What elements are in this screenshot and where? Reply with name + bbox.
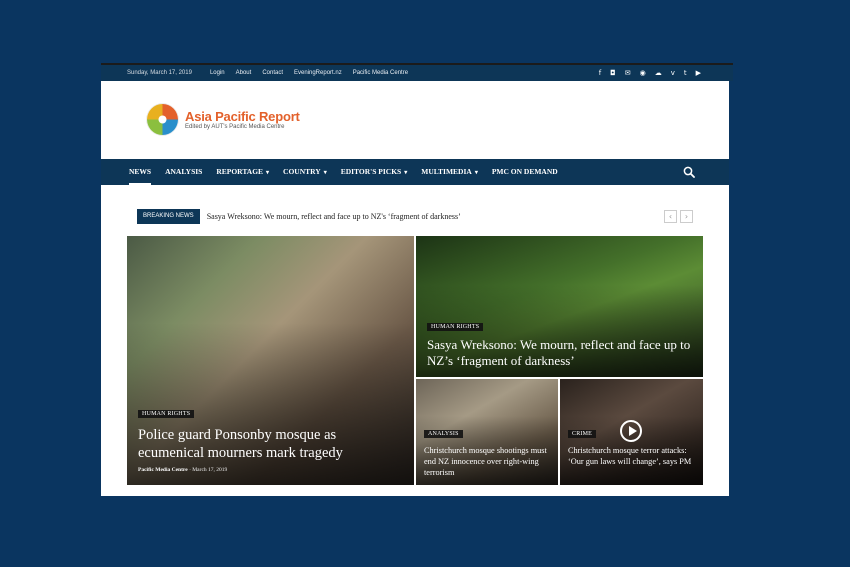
- social-links: f ◘ ✉ ◉ ☁ v t ▶: [599, 68, 701, 78]
- nav-news[interactable]: NEWS: [129, 159, 152, 185]
- pacific-media-centre-link[interactable]: Pacific Media Centre: [353, 70, 408, 76]
- youtube-icon[interactable]: ▶: [696, 68, 701, 78]
- chevron-down-icon: ▾: [323, 170, 327, 176]
- login-link[interactable]: Login: [210, 70, 225, 76]
- chevron-down-icon: ▾: [474, 170, 478, 176]
- category-tag[interactable]: CRIME: [568, 430, 597, 438]
- top-bar: Sunday, March 17, 2019 Login About Conta…: [101, 63, 733, 81]
- about-link[interactable]: About: [236, 70, 252, 76]
- chevron-down-icon: ▾: [266, 170, 270, 176]
- ticker-controls: ‹ ›: [664, 210, 693, 223]
- featured-tile-top-right[interactable]: HUMAN RIGHTS Sasya Wreksono: We mourn, r…: [416, 236, 703, 377]
- asia-pacific-report-logo[interactable]: [146, 103, 179, 136]
- breaking-news-ticker: BREAKING NEWS Sasya Wreksono: We mourn, …: [137, 209, 461, 224]
- category-tag[interactable]: HUMAN RIGHTS: [427, 323, 484, 331]
- twitter-icon[interactable]: t: [684, 68, 687, 78]
- site-header: Asia Pacific Report Edited by AUT's Paci…: [101, 81, 729, 159]
- tile-meta: Pacific Media Centre · March 17, 2019: [138, 467, 228, 473]
- top-bar-date: Sunday, March 17, 2019: [127, 70, 192, 76]
- rss-icon[interactable]: ◉: [640, 68, 646, 78]
- tile-headline[interactable]: Christchurch mosque terror attacks: ‘Our…: [568, 445, 700, 467]
- featured-tile-main[interactable]: HUMAN RIGHTS Police guard Ponsonby mosqu…: [127, 236, 414, 485]
- nav-country[interactable]: COUNTRY ▾: [283, 159, 327, 185]
- featured-tile-bottom-right[interactable]: CRIME Christchurch mosque terror attacks…: [560, 379, 703, 485]
- evening-report-link[interactable]: EveningReport.nz: [294, 70, 342, 76]
- category-tag[interactable]: ANALYSIS: [424, 430, 463, 438]
- chevron-down-icon: ▾: [404, 170, 408, 176]
- soundcloud-icon[interactable]: ☁: [655, 68, 662, 78]
- nav-analysis[interactable]: ANALYSIS: [165, 159, 202, 185]
- play-icon[interactable]: [620, 420, 642, 442]
- nav-multimedia[interactable]: MULTIMEDIA ▾: [421, 159, 478, 185]
- breaking-news-headline[interactable]: Sasya Wreksono: We mourn, reflect and fa…: [207, 212, 461, 221]
- tile-headline[interactable]: Sasya Wreksono: We mourn, reflect and fa…: [427, 337, 692, 369]
- tile-author[interactable]: Pacific Media Centre: [138, 467, 188, 473]
- site-title[interactable]: Asia Pacific Report: [185, 109, 300, 124]
- contact-link[interactable]: Contact: [262, 70, 283, 76]
- ticker-prev-button[interactable]: ‹: [664, 210, 677, 223]
- category-tag[interactable]: HUMAN RIGHTS: [138, 410, 195, 418]
- search-icon[interactable]: [683, 166, 695, 178]
- tile-date: March 17, 2019: [192, 467, 228, 473]
- instagram-icon[interactable]: ◘: [610, 68, 616, 78]
- tile-headline[interactable]: Police guard Ponsonby mosque as ecumenic…: [138, 426, 398, 462]
- nav-reportage[interactable]: REPORTAGE ▾: [216, 159, 269, 185]
- vimeo-icon[interactable]: v: [671, 68, 675, 78]
- ticker-next-button[interactable]: ›: [680, 210, 693, 223]
- tile-headline[interactable]: Christchurch mosque shootings must end N…: [424, 445, 554, 478]
- site-subtitle: Edited by AUT's Pacific Media Centre: [185, 124, 285, 130]
- mail-icon[interactable]: ✉: [625, 68, 631, 78]
- facebook-icon[interactable]: f: [599, 68, 601, 78]
- main-nav: NEWS ANALYSIS REPORTAGE ▾ COUNTRY ▾ EDITOR…: [101, 159, 729, 185]
- nav-editors-picks[interactable]: EDITOR'S PICKS ▾: [341, 159, 408, 185]
- nav-pmc-on-demand[interactable]: PMC ON DEMAND: [492, 159, 558, 185]
- breaking-news-badge: BREAKING NEWS: [137, 209, 200, 224]
- featured-tile-bottom-left[interactable]: ANALYSIS Christchurch mosque shootings m…: [416, 379, 558, 485]
